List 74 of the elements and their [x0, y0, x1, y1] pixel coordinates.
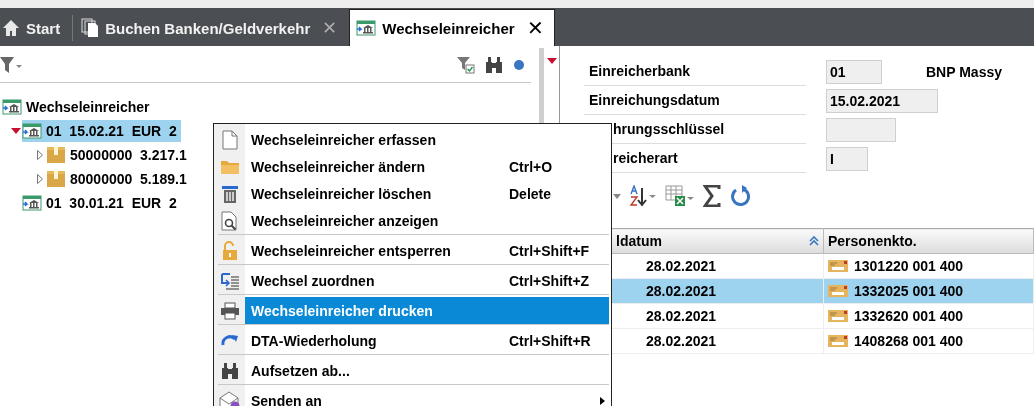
- field-label: Einreichungsdatum: [584, 86, 806, 115]
- input-field[interactable]: I: [826, 146, 868, 171]
- input-field[interactable]: 15.02.2021: [826, 88, 938, 113]
- refresh-icon[interactable]: [729, 185, 751, 207]
- shortcut-text: Ctrl+Shift+F: [509, 242, 591, 259]
- box-icon: [46, 146, 66, 164]
- input-field[interactable]: [826, 117, 896, 142]
- menu-item[interactable]: Wechsel zuordnen Ctrl+Shift+Z: [245, 267, 609, 294]
- tree-item[interactable]: 01 15.02.21 EUR 2: [22, 120, 181, 142]
- export-grid-icon[interactable]: [665, 185, 695, 207]
- tab[interactable]: Buchen Banken/Geldverkehr ✕: [79, 10, 346, 46]
- field-label: Einreicherbank: [584, 57, 806, 86]
- table-cell: 1301220 001 400: [823, 253, 1034, 279]
- menu-item[interactable]: Aufsetzen ab...: [245, 357, 609, 384]
- tree-item[interactable]: 80000000 5.189.1: [46, 168, 191, 190]
- tab[interactable]: Start: [0, 10, 69, 46]
- filter-check-icon[interactable]: [457, 56, 476, 74]
- sort-ascending-icon[interactable]: [809, 236, 819, 246]
- bank-icon: [2, 99, 22, 115]
- menu-item[interactable]: Senden an: [245, 387, 609, 406]
- sort-icon[interactable]: [629, 185, 657, 207]
- tab[interactable]: Wechseleinreicher ✕: [349, 9, 555, 46]
- dropdown-caret-icon[interactable]: [613, 193, 621, 199]
- trash-icon: [220, 183, 239, 204]
- shortcut-text: Ctrl+O: [509, 158, 554, 175]
- shortcut-text: Delete: [509, 185, 553, 202]
- binoculars-icon[interactable]: [485, 56, 504, 74]
- collapse-arrow-icon[interactable]: [546, 58, 557, 64]
- sum-icon[interactable]: [703, 185, 721, 207]
- account-card-icon: [828, 284, 848, 298]
- printer-icon: [219, 301, 240, 320]
- envelope-icon: [218, 390, 241, 406]
- account-card-icon: [828, 334, 848, 348]
- menu-item[interactable]: Wechseleinreicher drucken: [245, 297, 609, 324]
- collapsed-arrow-icon[interactable]: [37, 150, 43, 160]
- account-card-icon: [828, 309, 848, 323]
- magnifier-document-icon: [220, 210, 239, 231]
- column-header[interactable]: Personenkto.: [823, 228, 1034, 254]
- tree-item[interactable]: 50000000 3.217.1: [46, 144, 191, 166]
- filter-icon[interactable]: [0, 55, 24, 75]
- bank-icon: [22, 195, 42, 211]
- account-card-icon: [828, 259, 848, 273]
- collapsed-arrow-icon[interactable]: [37, 174, 43, 184]
- menu-item[interactable]: Wechseleinreicher löschen Delete: [245, 180, 609, 207]
- table-cell: 28.02.2021: [612, 278, 824, 304]
- table-cell: 28.02.2021: [612, 328, 824, 354]
- menu-item[interactable]: Wechseleinreicher anzeigen: [245, 207, 609, 234]
- close-icon[interactable]: ✕: [526, 16, 544, 40]
- table-cell: 28.02.2021: [612, 303, 824, 329]
- document-icon: [221, 129, 238, 150]
- list-arrow-icon: [219, 271, 240, 290]
- bank-name: BNP Massy: [926, 63, 1002, 80]
- shortcut-text: Ctrl+Shift+R: [509, 332, 592, 349]
- folder-icon: [219, 158, 240, 175]
- menu-item[interactable]: Wechseleinreicher entsperren Ctrl+Shift+F: [245, 237, 609, 264]
- close-icon[interactable]: ✕: [322, 17, 338, 39]
- bank-icon: [22, 123, 42, 139]
- menu-item[interactable]: DTA-Wiederholung Ctrl+Shift+R: [245, 327, 609, 354]
- input-field[interactable]: 01: [826, 59, 882, 84]
- home-icon: [2, 19, 20, 37]
- bank-icon: [356, 20, 377, 36]
- table-cell: 1332025 001 400: [823, 278, 1034, 304]
- table-cell: 1332620 001 400: [823, 303, 1034, 329]
- column-header[interactable]: ldatum: [612, 228, 824, 254]
- documents-icon: [81, 18, 100, 38]
- tree-item[interactable]: Wechseleinreicher: [2, 96, 154, 118]
- tree-item[interactable]: 01 30.01.21 EUR 2: [22, 192, 181, 214]
- table-cell: 28.02.2021: [612, 253, 824, 279]
- shortcut-text: Ctrl+Shift+Z: [509, 272, 591, 289]
- status-dot-icon: [513, 59, 526, 71]
- expanded-arrow-icon[interactable]: [11, 127, 21, 135]
- table-cell: 1408268 001 400: [823, 328, 1034, 354]
- box-icon: [46, 170, 66, 188]
- binoculars-icon: [220, 361, 239, 380]
